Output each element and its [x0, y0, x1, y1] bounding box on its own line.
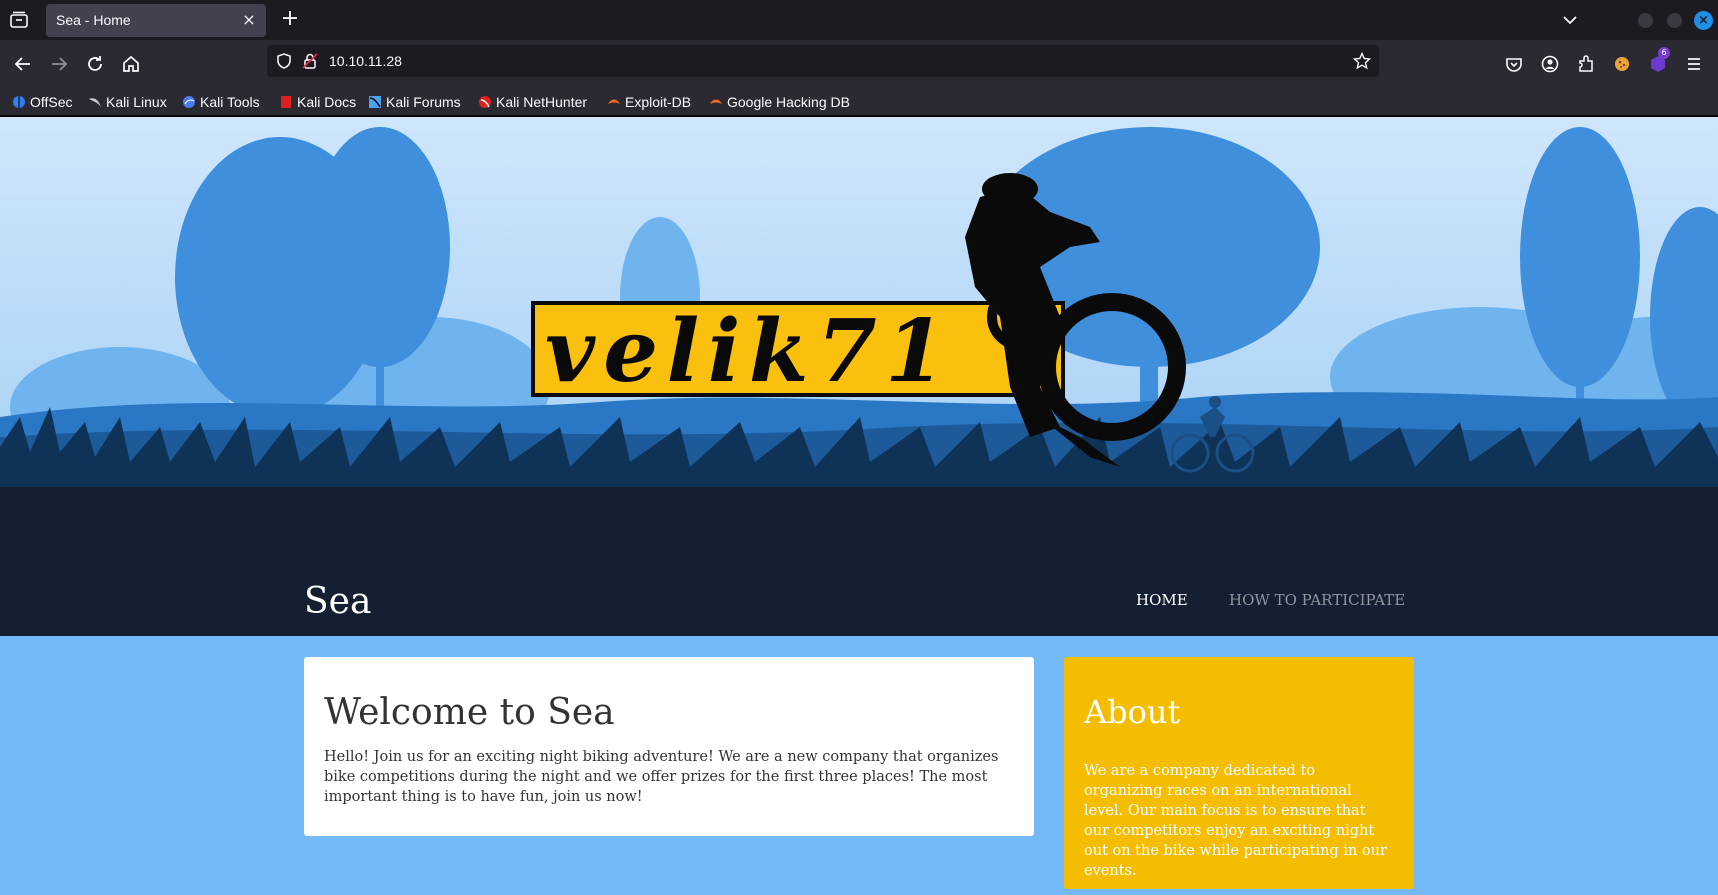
shield-icon[interactable]: [275, 52, 293, 70]
kali-forums-icon: [368, 95, 382, 109]
site-brand[interactable]: Sea: [304, 581, 371, 622]
menu-icon[interactable]: [1682, 52, 1706, 76]
welcome-text: Hello! Join us for an exciting night bik…: [324, 749, 999, 805]
page-content: velik71 Sea HOME HOW TO PARTICIPATE Welc…: [0, 117, 1718, 895]
navigation-toolbar: 10.10.11.28: [0, 40, 1718, 88]
account-icon[interactable]: [1538, 52, 1562, 76]
bookmark-kali-nethunter[interactable]: Kali NetHunter: [478, 92, 587, 112]
chevron-down-icon[interactable]: [1560, 10, 1580, 30]
tab-list-icon[interactable]: [8, 10, 30, 30]
about-card: About We are a company dedicated to orga…: [1064, 657, 1414, 889]
maximize-window-button[interactable]: [1667, 13, 1682, 28]
minimize-window-button[interactable]: [1638, 13, 1653, 28]
bookmark-exploit-db[interactable]: Exploit-DB: [607, 92, 691, 112]
nav-home-link[interactable]: HOME: [1136, 591, 1188, 609]
ghdb-icon: [709, 95, 723, 109]
bookmark-kali-tools[interactable]: Kali Tools: [182, 92, 260, 112]
url-text[interactable]: 10.10.11.28: [329, 53, 402, 69]
nav-how-to-participate-link[interactable]: HOW TO PARTICIPATE: [1229, 591, 1405, 609]
reload-icon[interactable]: [83, 52, 107, 76]
insecure-lock-icon[interactable]: [301, 52, 319, 70]
exploit-db-icon: [607, 95, 621, 109]
tab-bar: Sea - Home × + ×: [0, 0, 1718, 40]
bookmark-label: Kali Docs: [297, 94, 357, 110]
bookmarks-toolbar: OffSec Kali Linux Kali Tools Kali Docs K…: [0, 88, 1718, 116]
bookmark-google-hacking-db[interactable]: Google Hacking DB: [709, 92, 850, 112]
home-icon[interactable]: [119, 52, 143, 76]
hero-banner: velik71 Sea HOME HOW TO PARTICIPATE: [0, 117, 1718, 636]
about-title: About: [1084, 693, 1181, 731]
bookmark-label: Exploit-DB: [625, 94, 692, 110]
address-bar[interactable]: 10.10.11.28: [267, 45, 1379, 77]
welcome-title: Welcome to Sea: [324, 692, 615, 733]
bookmark-offsec[interactable]: OffSec: [12, 92, 73, 112]
kali-docs-icon: [279, 95, 293, 109]
night-forest-illustration: velik71: [0, 117, 1718, 636]
back-arrow-icon[interactable]: [11, 52, 35, 76]
bookmark-kali-forums[interactable]: Kali Forums: [368, 92, 461, 112]
bookmark-kali-docs[interactable]: Kali Docs: [279, 92, 356, 112]
bookmark-star-icon[interactable]: [1352, 51, 1372, 70]
extension-badge: 6: [1658, 47, 1670, 59]
about-text: We are a company dedicated to organizing…: [1084, 763, 1387, 879]
close-window-button[interactable]: ×: [1694, 11, 1713, 30]
pocket-icon[interactable]: [1502, 52, 1526, 76]
bookmark-label: OffSec: [30, 94, 73, 110]
forward-arrow-icon[interactable]: [47, 52, 71, 76]
welcome-card: Welcome to Sea Hello! Join us for an exc…: [304, 657, 1034, 836]
tab-title: Sea - Home: [56, 12, 131, 28]
bookmark-label: Google Hacking DB: [727, 94, 850, 110]
kali-tools-icon: [182, 95, 196, 109]
cookie-extension-icon[interactable]: [1610, 52, 1634, 76]
bookmark-kali-linux[interactable]: Kali Linux: [88, 92, 167, 112]
active-tab[interactable]: Sea - Home ×: [46, 4, 266, 37]
nethunter-icon: [478, 95, 492, 109]
bookmark-label: Kali Forums: [386, 94, 461, 110]
new-tab-button[interactable]: +: [278, 8, 302, 32]
extensions-icon[interactable]: [1574, 52, 1598, 76]
kali-dragon-icon: [88, 95, 102, 109]
bookmark-label: Kali Tools: [200, 94, 260, 110]
tab-close-icon[interactable]: ×: [240, 11, 258, 29]
bookmark-label: Kali NetHunter: [496, 94, 588, 110]
bookmark-label: Kali Linux: [106, 94, 167, 110]
offsec-icon: [12, 95, 26, 109]
